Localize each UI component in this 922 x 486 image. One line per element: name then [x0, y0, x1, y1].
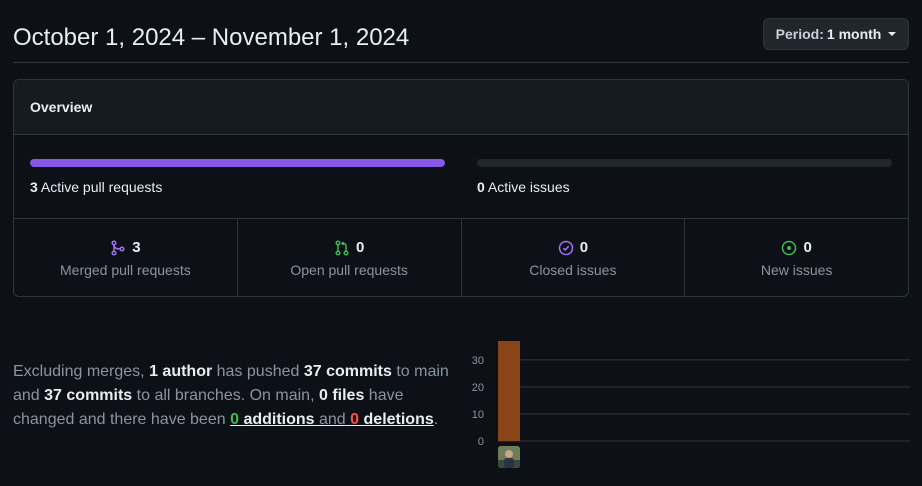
- stat-new-issues[interactable]: 0 New issues: [685, 219, 908, 296]
- commit-bar[interactable]: [498, 341, 520, 441]
- additions-deletions-link[interactable]: 0 additions and 0 deletions: [230, 411, 434, 428]
- active-pull-requests[interactable]: 3 Active pull requests: [30, 159, 445, 195]
- files-changed-count: 0 files: [318, 387, 365, 404]
- summary-text: to all branches. On main,: [136, 387, 315, 404]
- period-value: 1 month: [826, 26, 882, 42]
- closed-issues-count: 0: [579, 239, 589, 256]
- y-tick-label: 20: [472, 382, 484, 394]
- active-pull-requests-label: Active pull requests: [40, 179, 163, 195]
- open-pr-icon: [335, 239, 349, 256]
- overview-stats: 3 Merged pull requests 0 Open pull reque…: [14, 219, 908, 296]
- stat-merged-pull-requests[interactable]: 3 Merged pull requests: [14, 219, 238, 296]
- active-issues[interactable]: 0 Active issues: [477, 159, 892, 195]
- commits-all-count: 37 commits: [44, 387, 133, 404]
- issues-bar-track: [477, 159, 892, 167]
- y-tick-label: 0: [478, 436, 484, 446]
- caret-down-icon: [888, 32, 897, 36]
- commits-chart: 0 10 20 30: [468, 336, 910, 476]
- additions-count: 0: [230, 411, 239, 428]
- active-issues-label: Active issues: [487, 179, 570, 195]
- commits-chart-svg: 0 10 20 30: [472, 341, 910, 446]
- date-range-title: October 1, 2024 – November 1, 2024: [13, 24, 410, 51]
- author-avatar[interactable]: [498, 446, 520, 468]
- new-issues-label: New issues: [760, 262, 833, 278]
- period-label: Period:: [775, 26, 824, 42]
- period-dropdown-button[interactable]: Period: 1 month: [763, 18, 909, 50]
- y-tick-label: 10: [472, 409, 484, 421]
- pull-requests-bar-fill: [30, 159, 445, 167]
- closed-issue-icon: [558, 240, 573, 255]
- author-count: 1 author: [149, 363, 213, 380]
- header: October 1, 2024 – November 1, 2024 Perio…: [13, 0, 909, 63]
- closed-issues-label: Closed issues: [529, 262, 617, 278]
- active-pull-requests-text: 3 Active pull requests: [30, 179, 445, 195]
- active-issues-count: 0: [477, 179, 485, 195]
- merged-pr-icon: [111, 239, 125, 256]
- active-pull-requests-count: 3: [30, 179, 38, 195]
- new-issues-count: 0: [803, 239, 812, 256]
- open-pull-requests-count: 0: [355, 239, 365, 256]
- deletions-count: 0: [350, 411, 360, 428]
- commit-summary: Excluding merges, 1 author has pushed 37…: [13, 360, 468, 432]
- pull-requests-bar-track: [30, 159, 445, 167]
- merged-pull-requests-count: 3: [132, 239, 141, 256]
- open-pull-requests-label: Open pull requests: [290, 262, 408, 278]
- stat-closed-issues[interactable]: 0 Closed issues: [462, 219, 686, 296]
- overview-bars: 3 Active pull requests 0 Active issues: [14, 135, 908, 219]
- overview-panel: Overview 3 Active pull requests 0 Active…: [13, 79, 909, 297]
- summary-text: .: [433, 411, 439, 428]
- additions-word: additions: [243, 411, 315, 428]
- deletions-word: deletions: [363, 411, 434, 428]
- new-issue-icon: [782, 240, 797, 255]
- y-tick-label: 30: [472, 355, 484, 367]
- commits-main-count: 37 commits: [303, 363, 392, 380]
- merged-pull-requests-label: Merged pull requests: [60, 262, 191, 278]
- summary-text: has pushed: [216, 363, 300, 380]
- active-issues-text: 0 Active issues: [477, 179, 892, 195]
- avatar-image: [498, 446, 520, 468]
- and-text: and: [319, 411, 346, 428]
- overview-title: Overview: [14, 80, 908, 135]
- stat-open-pull-requests[interactable]: 0 Open pull requests: [238, 219, 462, 296]
- summary-text: Excluding merges,: [13, 363, 145, 380]
